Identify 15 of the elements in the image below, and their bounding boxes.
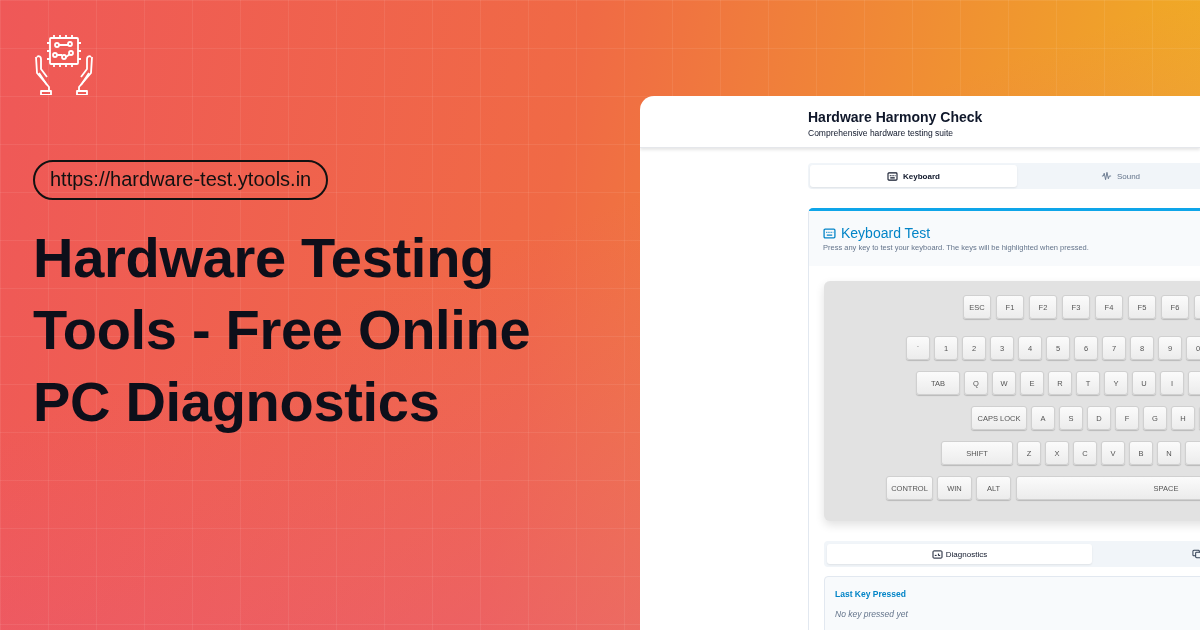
- keyboard-icon: [887, 171, 899, 181]
- headline: Hardware Testing Tools - Free Online PC Diagnostics: [33, 225, 532, 435]
- url-link[interactable]: https://hardware-test.ytools.in: [33, 160, 329, 200]
- monitor-icon: [931, 549, 943, 559]
- tab[interactable]: Keyboard: [810, 165, 1017, 187]
- waveform-icon: [1100, 171, 1112, 181]
- keyboard-icon: [823, 227, 836, 239]
- hands-chip-icon: [33, 33, 95, 95]
- tab[interactable]: Diagnostics: [827, 544, 1092, 564]
- card-title: Keyboard Test: [841, 225, 931, 241]
- last-key-title: Last Key Pressed: [835, 589, 907, 599]
- app-subtitle: Comprehensive hardware testing suite: [808, 128, 955, 138]
- tab[interactable]: Sound: [1017, 165, 1200, 187]
- app-title: Hardware Harmony Check: [808, 109, 984, 125]
- last-key-value: No key pressed yet: [835, 609, 909, 619]
